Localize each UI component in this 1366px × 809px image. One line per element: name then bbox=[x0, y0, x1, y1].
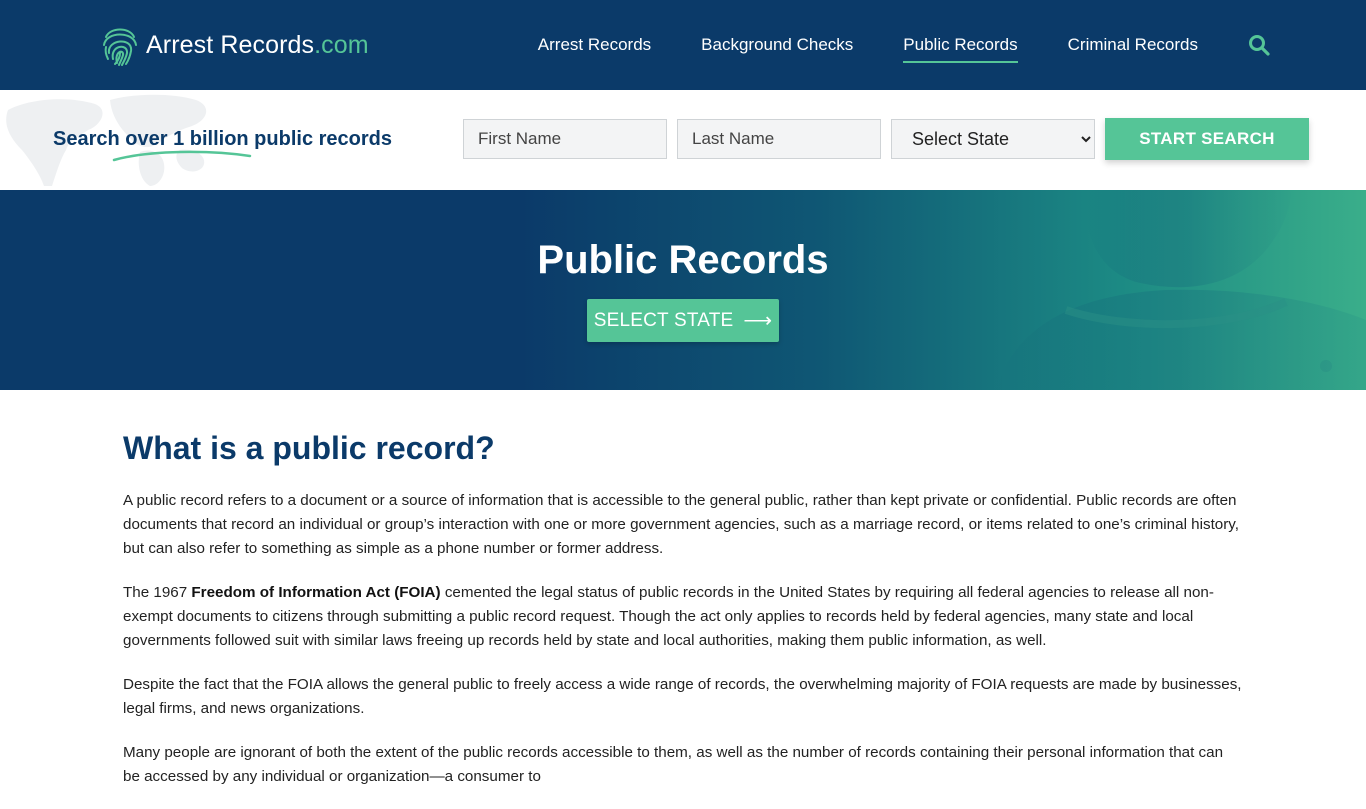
last-name-input[interactable] bbox=[677, 119, 881, 159]
state-select[interactable]: Select State bbox=[891, 119, 1095, 159]
article-paragraph-2: The 1967 Freedom of Information Act (FOI… bbox=[123, 584, 1214, 649]
foia-emphasis: Freedom of Information Act (FOIA) bbox=[191, 584, 441, 601]
article-paragraph-4: Many people are ignorant of both the ext… bbox=[123, 744, 1224, 785]
first-name-input[interactable] bbox=[463, 119, 667, 159]
search-icon[interactable] bbox=[1248, 34, 1270, 56]
article-paragraph-3: Despite the fact that the FOIA allows th… bbox=[123, 676, 1242, 717]
main-nav: Arrest Records Background Checks Public … bbox=[538, 0, 1270, 90]
fingerprint-icon bbox=[103, 28, 137, 66]
start-search-button[interactable]: START SEARCH bbox=[1105, 118, 1309, 160]
page-title: Public Records bbox=[537, 238, 829, 282]
article-paragraph-1: A public record refers to a document or … bbox=[123, 492, 1239, 557]
hero-banner: Public Records SELECT STATE ⟶ bbox=[0, 190, 1366, 390]
site-header: Arrest Records.com Arrest Records Backgr… bbox=[0, 0, 1366, 90]
search-strip: Search over 1 billion public records Sel… bbox=[0, 90, 1366, 190]
logo-text: Arrest Records.com bbox=[146, 30, 369, 59]
nav-public-records[interactable]: Public Records bbox=[903, 29, 1018, 63]
site-logo[interactable]: Arrest Records.com bbox=[100, 22, 369, 68]
nav-background-checks[interactable]: Background Checks bbox=[701, 29, 853, 61]
article-heading: What is a public record? bbox=[123, 430, 495, 466]
search-form: Select State START SEARCH bbox=[463, 118, 1309, 160]
nav-criminal-records[interactable]: Criminal Records bbox=[1068, 29, 1198, 61]
nav-arrest-records[interactable]: Arrest Records bbox=[538, 29, 651, 61]
select-state-label: SELECT STATE bbox=[593, 309, 734, 331]
officer-silhouette-image bbox=[996, 190, 1366, 390]
tagline-underline-icon bbox=[112, 150, 252, 162]
select-state-button[interactable]: SELECT STATE ⟶ bbox=[587, 299, 779, 342]
article: What is a public record? A public record… bbox=[123, 430, 1243, 809]
arrow-right-icon: ⟶ bbox=[743, 309, 773, 332]
